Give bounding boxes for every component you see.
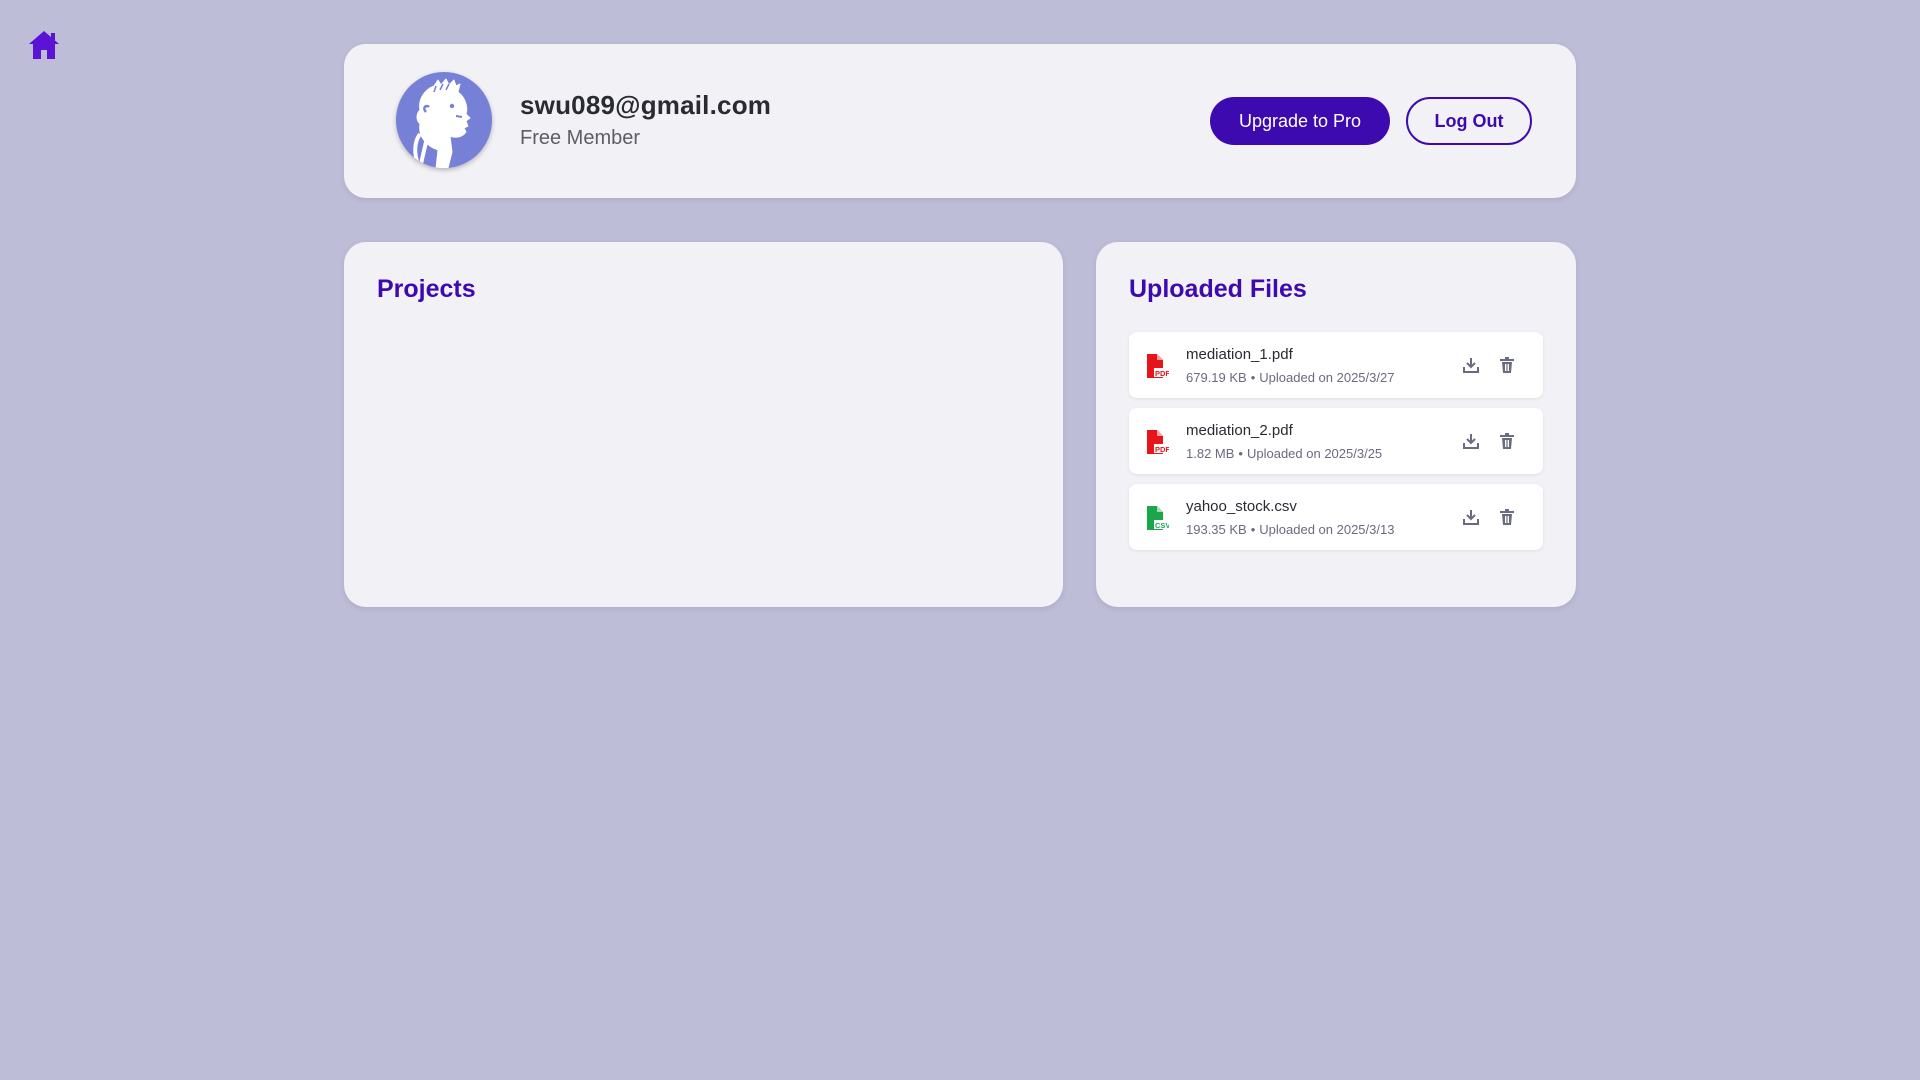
file-size: 1.82 MB xyxy=(1186,446,1235,461)
log-out-button[interactable]: Log Out xyxy=(1406,97,1532,145)
csv-badge: CSV xyxy=(1155,521,1169,530)
upload-date: Uploaded on 2025/3/25 xyxy=(1246,446,1383,461)
file-meta: 1.82 MB • Uploaded on 2025/3/25 xyxy=(1186,446,1382,461)
home-button[interactable] xyxy=(27,29,61,61)
delete-button[interactable] xyxy=(1496,430,1518,452)
download-icon xyxy=(1463,510,1479,525)
avatar xyxy=(396,72,492,168)
file-size: 679.19 KB xyxy=(1186,370,1247,385)
meta-separator: • xyxy=(1250,370,1256,385)
download-button[interactable] xyxy=(1460,506,1482,528)
file-list: PDF mediation_1.pdf 679.19 KB • Uploaded o… xyxy=(1129,332,1543,560)
delete-button[interactable] xyxy=(1496,354,1518,376)
download-button[interactable] xyxy=(1460,430,1482,452)
projects-title: Projects xyxy=(377,275,476,303)
file-size: 193.35 KB xyxy=(1186,522,1247,537)
home-icon xyxy=(29,31,59,59)
download-icon xyxy=(1463,358,1479,373)
upgrade-to-pro-button[interactable]: Upgrade to Pro xyxy=(1210,97,1390,145)
download-button[interactable] xyxy=(1460,354,1482,376)
trash-icon xyxy=(1500,509,1514,525)
meta-separator: • xyxy=(1238,446,1243,461)
pdf-badge: PDF xyxy=(1155,445,1169,454)
file-row[interactable]: PDF mediation_2.pdf 1.82 MB • Uploaded on … xyxy=(1129,408,1543,474)
trash-icon xyxy=(1500,357,1514,373)
file-name: mediation_2.pdf xyxy=(1186,422,1293,439)
file-row[interactable]: CSV yahoo_stock.csv 193.35 KB • Uploaded o… xyxy=(1129,484,1543,550)
avatar-illustration xyxy=(413,78,471,168)
delete-button[interactable] xyxy=(1496,506,1518,528)
uploaded-files-title: Uploaded Files xyxy=(1129,275,1307,303)
file-name: mediation_1.pdf xyxy=(1186,346,1293,363)
pdf-file-icon: PDF xyxy=(1145,353,1170,379)
file-row[interactable]: PDF mediation_1.pdf 679.19 KB • Uploaded o… xyxy=(1129,332,1543,398)
meta-separator: • xyxy=(1250,522,1256,537)
download-icon xyxy=(1463,434,1479,449)
projects-card: Projects xyxy=(344,242,1063,607)
user-email: swu089@gmail.com xyxy=(520,90,772,120)
membership-tier: Free Member xyxy=(520,127,641,149)
file-meta: 193.35 KB • Uploaded on 2025/3/13 xyxy=(1186,522,1394,537)
upload-date: Uploaded on 2025/3/13 xyxy=(1259,522,1395,537)
file-meta: 679.19 KB • Uploaded on 2025/3/27 xyxy=(1186,370,1394,385)
uploaded-files-card: Uploaded Files PDF mediation_1.pdf 679.1… xyxy=(1096,242,1576,607)
csv-file-icon: CSV xyxy=(1145,505,1170,531)
pdf-badge: PDF xyxy=(1155,369,1169,378)
profile-card: swu089@gmail.com Free Member Upgrade to … xyxy=(344,44,1576,198)
file-name: yahoo_stock.csv xyxy=(1186,498,1297,515)
trash-icon xyxy=(1500,433,1514,449)
upload-date: Uploaded on 2025/3/27 xyxy=(1259,370,1395,385)
pdf-file-icon: PDF xyxy=(1145,429,1170,455)
